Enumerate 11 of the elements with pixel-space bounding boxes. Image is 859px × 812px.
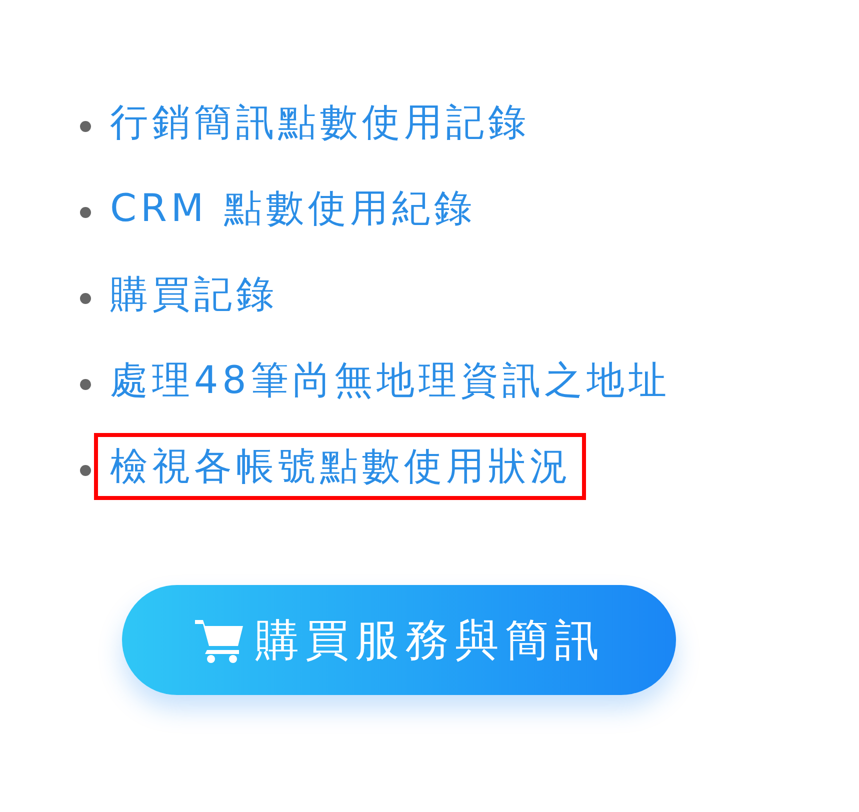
buy-button[interactable]: 購買服務與簡訊 [122,585,676,695]
bullet-icon [80,464,91,476]
link[interactable]: CRM 點數使用紀錄 [94,174,490,242]
link[interactable]: 處理48筆尚無地理資訊之地址 [94,346,684,414]
bullet-icon [80,206,91,218]
link[interactable]: 行銷簡訊點數使用記錄 [94,88,544,156]
link[interactable]: 檢視各帳號點數使用狀況 [94,432,586,500]
link[interactable]: 購買記錄 [94,260,292,328]
bullet-icon [80,378,91,390]
bullet-icon [80,292,91,304]
bullet-icon [80,120,91,132]
